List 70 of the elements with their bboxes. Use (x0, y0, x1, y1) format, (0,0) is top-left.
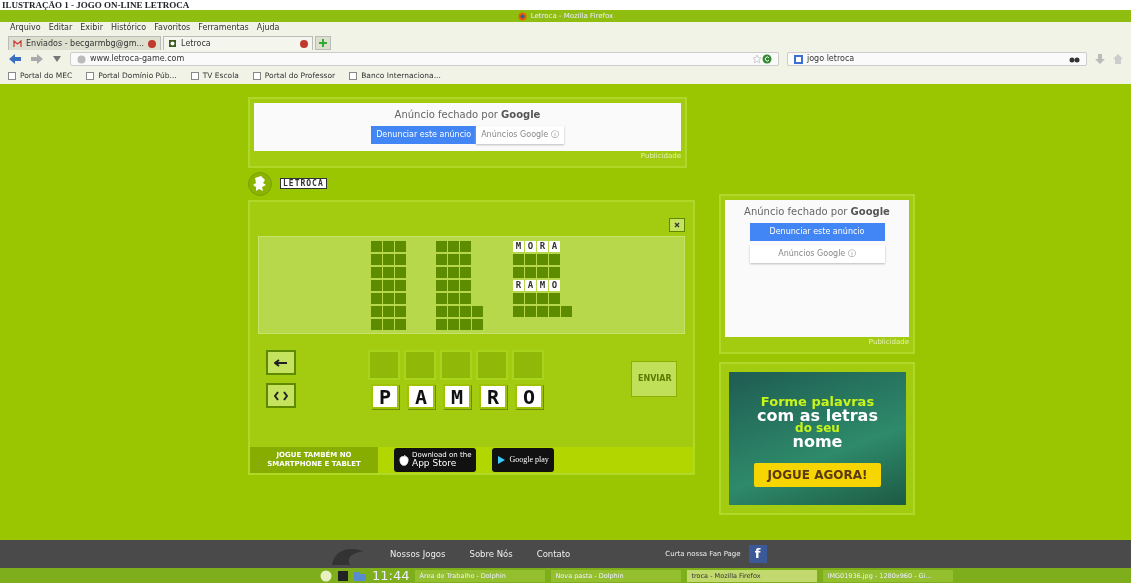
report-ad-button[interactable]: Denunciar este anúncio (749, 223, 885, 241)
banner-text: Forme palavras (760, 395, 875, 408)
letter-tile: R (537, 240, 548, 252)
banner-text: nome (792, 433, 843, 449)
taskbar-clock: 11:44 (372, 566, 410, 583)
footer-link[interactable]: Contato (536, 547, 571, 561)
page-icon (86, 72, 95, 80)
browser-tab[interactable]: Enviados - becgarmbg@gm... (8, 36, 162, 50)
menu-item[interactable]: Editar (48, 22, 73, 34)
banner-text: do seu (795, 422, 840, 434)
letter-tile: A (549, 240, 560, 252)
letter-tile: M (513, 240, 524, 252)
menu-item[interactable]: Ferramentas (198, 22, 249, 34)
menu-item[interactable]: Arquivo (10, 22, 41, 34)
page-icon (349, 72, 358, 80)
tab-label: Letroca (181, 37, 211, 50)
firefox-icon (517, 11, 527, 21)
backspace-button[interactable] (266, 350, 296, 375)
google-play-badge[interactable]: Google play (492, 447, 554, 472)
ad-title: Anúncio fechado por Google (394, 108, 541, 122)
letter-tile: O (549, 279, 560, 291)
ads-info-button[interactable]: Anúncios Google ⓘ (749, 245, 885, 263)
binoculars-icon (1069, 55, 1080, 63)
figure-caption: ILUSTRAÇÃO 1 - JOGO ON-LINE LETROCA (1, 0, 191, 10)
letter-tile[interactable]: M (443, 383, 471, 409)
mail-icon (13, 39, 22, 48)
add-tab-icon[interactable] (315, 36, 332, 50)
footer-link[interactable]: Sobre Nós (469, 547, 513, 561)
close-icon (674, 221, 680, 228)
letter-tile[interactable]: O (515, 383, 543, 409)
logo-text: LETROCA (280, 178, 327, 189)
menu-item[interactable]: Favoritos (154, 22, 191, 34)
address-field[interactable]: www.letroca-game.com (70, 52, 779, 66)
google-icon (794, 54, 803, 64)
close-button[interactable] (669, 217, 685, 232)
play-icon (497, 454, 507, 465)
page-icon (190, 72, 199, 80)
close-icon[interactable] (300, 39, 309, 48)
terminal-icon[interactable] (338, 570, 348, 581)
launcher-icon[interactable] (320, 569, 332, 582)
letter-tile: R (513, 279, 524, 291)
ads-info-button[interactable]: Anúncios Google ⓘ (476, 126, 564, 144)
back-icon[interactable] (8, 53, 22, 65)
close-icon[interactable] (148, 39, 157, 48)
letter-tile[interactable]: P (371, 383, 399, 409)
bookmark-icon[interactable] (52, 54, 62, 64)
star-icon (752, 54, 762, 64)
letter-tile[interactable]: A (407, 383, 435, 409)
letter-tile: M (537, 279, 548, 291)
menu-item[interactable]: Histórico (110, 22, 147, 34)
letter-tile: A (525, 279, 536, 291)
shuffle-button[interactable] (266, 383, 296, 408)
menu-item[interactable]: Exibir (80, 22, 103, 34)
letter-tile[interactable]: R (479, 383, 507, 409)
search-field[interactable]: jogo letroca (787, 52, 1087, 66)
reload-icon[interactable] (762, 54, 772, 64)
ad-title: Anúncio fechado por Google (744, 205, 890, 219)
browser-tab[interactable]: Letroca (163, 36, 314, 50)
logo-icon (248, 171, 272, 196)
letter-tile: O (525, 240, 536, 252)
page-icon (8, 72, 16, 80)
report-ad-button[interactable]: Denunciar este anúncio (371, 126, 477, 144)
menu-item[interactable]: Ajuda (256, 22, 280, 34)
page-icon (252, 72, 261, 80)
banner-button[interactable]: JOGUE AGORA! (753, 462, 882, 487)
tab-label: Enviados - becgarmbg@gm... (26, 37, 145, 50)
apple-icon (399, 453, 409, 466)
footer-link[interactable]: Nossos Jogos (390, 547, 446, 561)
facebook-button[interactable]: f (748, 545, 767, 563)
arrow-left-icon (274, 358, 288, 367)
